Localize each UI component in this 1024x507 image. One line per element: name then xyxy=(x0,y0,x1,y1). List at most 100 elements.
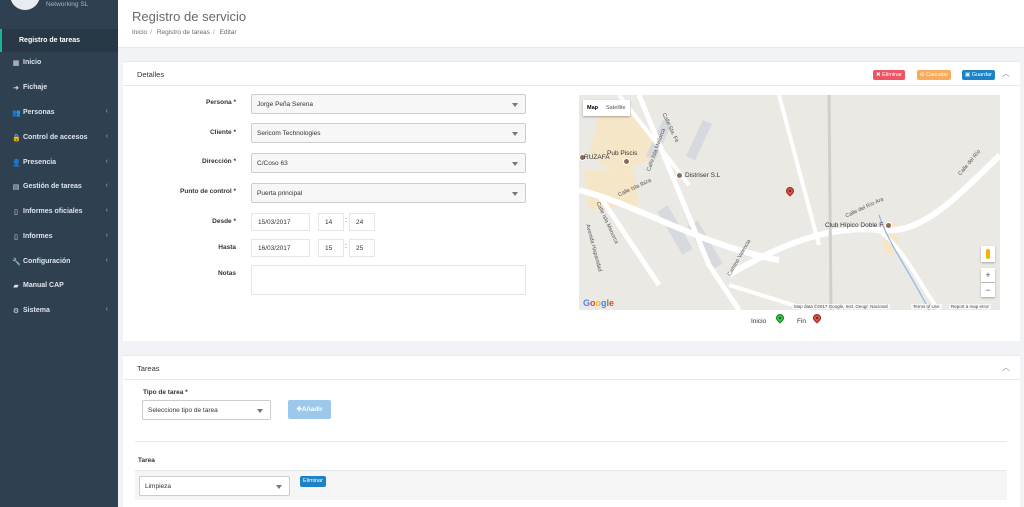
sidebar-item-personas[interactable]: 👥 Personas ‹ xyxy=(0,104,118,124)
map-poi-label: Distriser S.L xyxy=(685,172,721,180)
chevron-left-icon: ‹ xyxy=(105,158,108,165)
chevron-down-icon xyxy=(512,192,518,196)
zoom-in-button[interactable]: + xyxy=(981,268,995,282)
desde-date-input[interactable]: 15/03/2017 xyxy=(251,213,310,231)
chevron-up-icon[interactable]: ︿ xyxy=(1002,68,1010,79)
desde-date-value: 15/03/2017 xyxy=(258,219,291,226)
direccion-select[interactable]: C/Coso 63 xyxy=(251,153,526,173)
breadcrumb-inicio[interactable]: Inicio xyxy=(132,29,147,36)
tarea-column-header: Tarea xyxy=(138,457,155,464)
chevron-down-icon xyxy=(512,162,518,166)
zoom-out-button[interactable]: − xyxy=(981,283,995,297)
map-marker-icon xyxy=(885,222,893,229)
map-attribution: Map data ©2017 Google, Inst. Geogr. Naci… xyxy=(792,304,890,309)
users-icon: 👥 xyxy=(12,110,21,117)
map-poi-pub-piscis[interactable]: Pub Piscis xyxy=(607,150,637,157)
sidebar-item-label: Configuración xyxy=(23,258,71,265)
map-poi-ruzafa[interactable]: RUZAFA xyxy=(579,154,610,161)
legend-start-label: Inicio xyxy=(751,318,767,325)
map-terms-link[interactable]: Terms of Use xyxy=(911,304,942,309)
map-report-link[interactable]: Report a map error xyxy=(949,304,992,309)
cancel-button[interactable]: ⊘ Cancelar xyxy=(917,70,952,80)
cliente-value: Sericom Technologies xyxy=(257,130,321,137)
brand-logo xyxy=(10,0,40,10)
detalles-title: Detalles xyxy=(137,70,165,79)
hasta-minute-value: 25 xyxy=(356,245,364,252)
punto-select[interactable]: Puerta principal xyxy=(251,183,526,203)
persona-select[interactable]: Jorge Peña Serena xyxy=(251,94,526,114)
divider xyxy=(135,441,1007,442)
sidebar-item-sistema[interactable]: ⚙ Sistema ‹ xyxy=(0,302,118,322)
sidebar-item-configuracion[interactable]: 🔧 Configuración ‹ xyxy=(0,253,118,273)
tipo-tarea-label: Tipo de tarea * xyxy=(143,389,188,396)
desde-minute-input[interactable]: 24 xyxy=(349,213,375,231)
chevron-up-icon[interactable]: ︿ xyxy=(1002,362,1010,373)
chevron-down-icon xyxy=(276,485,282,489)
sidebar-item-control-de-accesos[interactable]: 🔒 Control de accesos ‹ xyxy=(0,129,118,149)
gear-icon: ⚙ xyxy=(12,308,20,315)
street-view-icon[interactable] xyxy=(981,246,995,262)
desde-hour-input[interactable]: 14 xyxy=(318,213,344,231)
user-icon: 👤 xyxy=(12,160,21,167)
delete-button[interactable]: ✖ Eliminar xyxy=(873,70,906,80)
delete-task-button[interactable]: Eliminar xyxy=(300,476,326,487)
desde-hour-value: 14 xyxy=(325,219,333,226)
page-header: Registro de servicio Inicio / Registro de… xyxy=(118,0,1024,48)
notas-textarea[interactable] xyxy=(251,265,526,295)
hasta-hour-input[interactable]: 15 xyxy=(318,239,344,257)
sidebar-item-presencia[interactable]: 👤 Presencia ‹ xyxy=(0,154,118,174)
direccion-value: C/Coso 63 xyxy=(257,160,288,167)
persona-value: Jorge Peña Serena xyxy=(257,101,314,108)
chevron-left-icon: ‹ xyxy=(105,207,108,214)
cliente-label: Cliente * xyxy=(209,129,236,136)
file-icon: ▯ xyxy=(14,209,18,216)
sidebar-item-informes-oficiales[interactable]: ▯ Informes oficiales ‹ xyxy=(0,203,118,223)
chevron-down-icon xyxy=(512,132,518,136)
sidebar-item-label: Informes xyxy=(23,233,53,240)
wrench-icon: 🔧 xyxy=(12,259,21,266)
map-marker-icon xyxy=(623,158,630,165)
map-type-satellite[interactable]: Satellite xyxy=(602,100,630,116)
chevron-down-icon xyxy=(257,409,263,413)
chevron-left-icon: ‹ xyxy=(105,182,108,189)
legend-end-label: Fin xyxy=(797,318,807,325)
sidebar-item-label: Inicio xyxy=(23,59,42,66)
sidebar-item-label: Gestión de tareas xyxy=(23,183,82,190)
sidebar: Networking SL Registro de tareas ▦ Inicio… xyxy=(0,0,118,507)
book-icon: ▰ xyxy=(13,283,19,290)
sidebar-item-registro-de-tareas[interactable]: Registro de tareas xyxy=(0,29,118,52)
sidebar-item-gestion-de-tareas[interactable]: ▤ Gestión de tareas ‹ xyxy=(0,178,118,198)
save-button[interactable]: ▣ Guardar xyxy=(962,70,995,80)
grid-icon: ▦ xyxy=(12,60,20,67)
file-icon: ▯ xyxy=(14,234,18,241)
sidebar-item-inicio[interactable]: ▦ Inicio xyxy=(0,54,118,74)
chevron-left-icon: ‹ xyxy=(105,232,108,239)
sidebar-item-manual-cap[interactable]: ▰ Manual CAP xyxy=(0,277,118,297)
tipo-tarea-select[interactable]: Seleccione tipo de tarea xyxy=(142,400,271,420)
list-icon: ▤ xyxy=(12,184,20,191)
hasta-minute-input[interactable]: 25 xyxy=(349,239,375,257)
tarea-row-select[interactable]: Limpieza xyxy=(139,476,290,496)
page-title: Registro de servicio xyxy=(132,9,247,24)
sidebar-item-label: Control de accesos xyxy=(23,134,88,141)
map-poi-club-hipico[interactable]: Club Hípico Doble F xyxy=(825,222,894,229)
location-map[interactable]: Map Satellite Pub Piscis RUZAFA Distriser… xyxy=(579,95,1000,310)
hasta-date-input[interactable]: 16/03/2017 xyxy=(251,239,310,257)
map-poi-pub-dot xyxy=(623,158,632,165)
chevron-left-icon: ‹ xyxy=(105,133,108,140)
map-type-map[interactable]: Map xyxy=(583,100,602,116)
sidebar-item-label: Manual CAP xyxy=(23,282,64,289)
google-logo: Google xyxy=(583,298,615,308)
map-poi-label: RUZAFA xyxy=(584,154,610,162)
cliente-select[interactable]: Sericom Technologies xyxy=(251,123,526,143)
tareas-header: Tareas ︿ xyxy=(123,356,1020,380)
sidebar-item-label: Personas xyxy=(23,109,55,116)
sidebar-item-fichaje[interactable]: ➜ Fichaje xyxy=(0,79,118,99)
map-poi-distriser[interactable]: Distriser S.L xyxy=(676,172,720,179)
tipo-tarea-placeholder: Seleccione tipo de tarea xyxy=(148,407,218,414)
add-task-button[interactable]: ✚Añadir xyxy=(288,400,331,419)
sidebar-item-informes[interactable]: ▯ Informes ‹ xyxy=(0,228,118,248)
punto-label: Punto de control * xyxy=(180,188,236,195)
hasta-date-value: 16/03/2017 xyxy=(258,245,291,252)
breadcrumb-registro-de-tareas[interactable]: Registro de tareas xyxy=(157,29,210,36)
